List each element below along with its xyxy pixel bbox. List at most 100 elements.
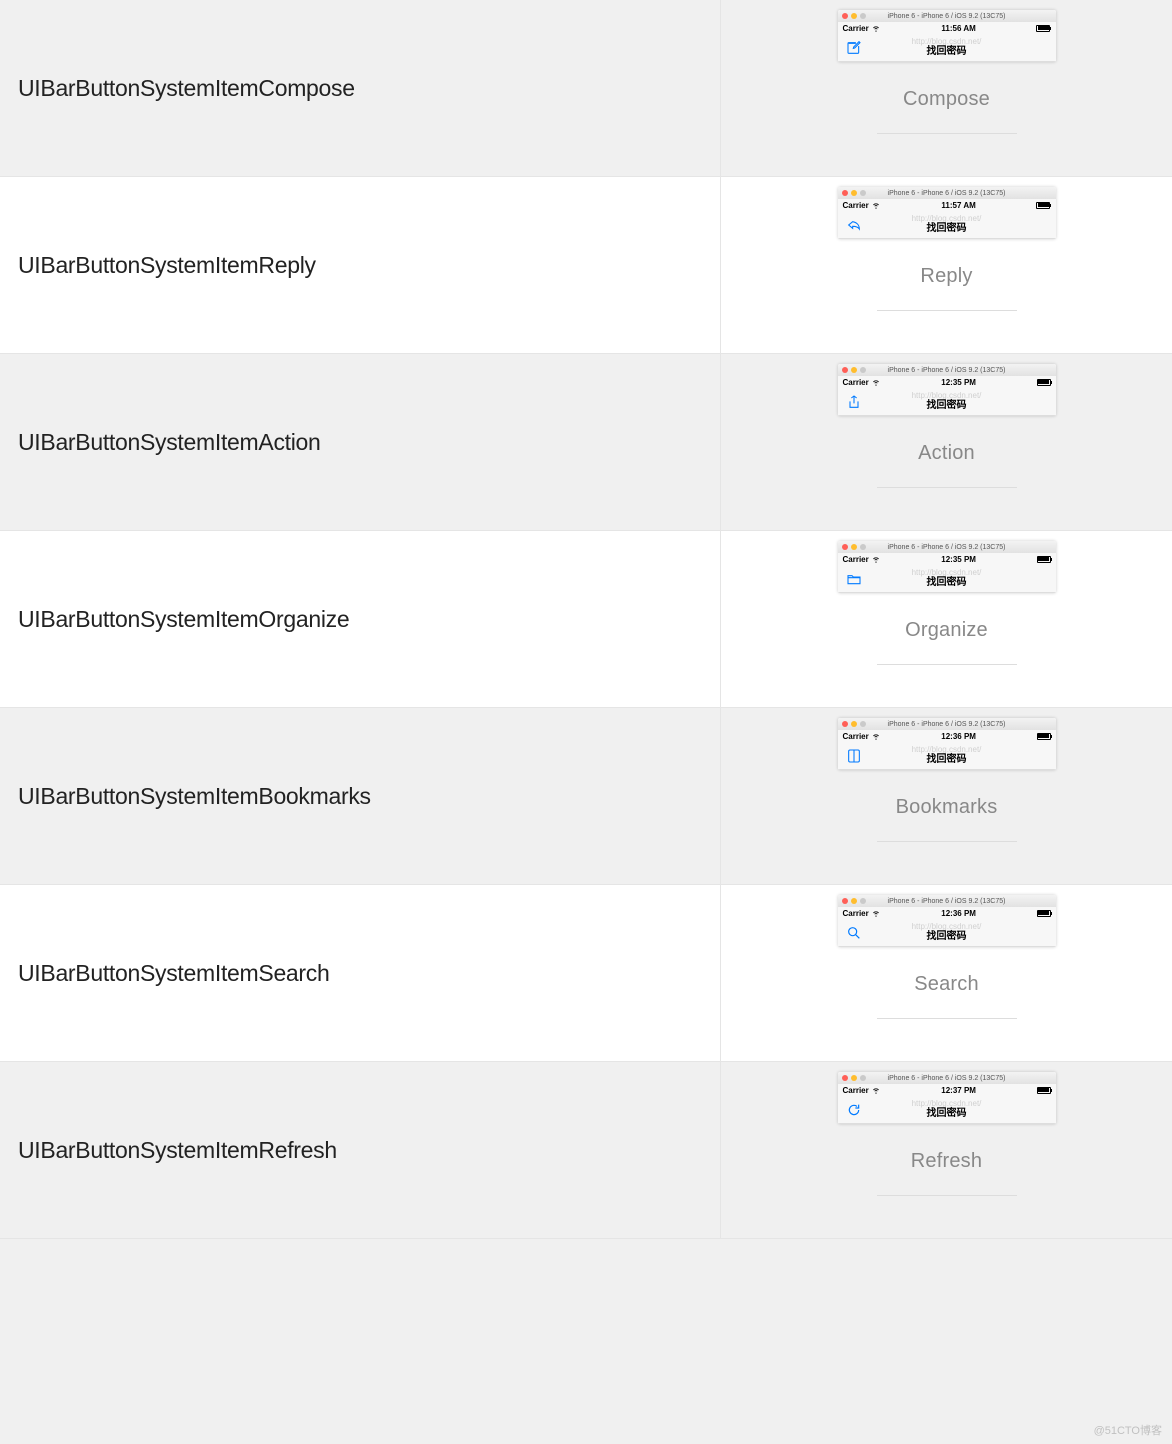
caption-label: Reply	[920, 265, 972, 288]
status-time: 11:57 AM	[941, 201, 975, 210]
status-bar: Carrier 12:35 PM	[838, 376, 1056, 388]
zoom-icon[interactable]	[860, 898, 866, 904]
navigation-bar: http://blog.csdn.net/ 找回密码	[838, 388, 1056, 416]
search-icon	[846, 925, 862, 941]
minimize-icon[interactable]	[851, 190, 857, 196]
simulator-window: iPhone 6 - iPhone 6 / iOS 9.2 (13C75) Ca…	[838, 10, 1056, 62]
row-compose: UIBarButtonSystemItemCompose iPhone 6 - …	[0, 0, 1172, 177]
close-icon[interactable]	[842, 544, 848, 550]
nav-title: 找回密码	[838, 931, 1056, 943]
row-refresh: UIBarButtonSystemItemRefresh iPhone 6 - …	[0, 1062, 1172, 1239]
status-time: 12:35 PM	[941, 555, 976, 564]
enum-label: UIBarButtonSystemItemReply	[0, 177, 720, 353]
window-title: iPhone 6 - iPhone 6 / iOS 9.2 (13C75)	[838, 190, 1056, 197]
url-watermark: http://blog.csdn.net/	[838, 215, 1056, 223]
simulator-window: iPhone 6 - iPhone 6 / iOS 9.2 (13C75) Ca…	[838, 1072, 1056, 1124]
window-title: iPhone 6 - iPhone 6 / iOS 9.2 (13C75)	[838, 1075, 1056, 1082]
reply-icon	[846, 217, 862, 233]
minimize-icon[interactable]	[851, 13, 857, 19]
caption-label: Organize	[905, 619, 988, 642]
preview-cell: iPhone 6 - iPhone 6 / iOS 9.2 (13C75) Ca…	[720, 885, 1172, 1061]
navigation-bar: http://blog.csdn.net/ 找回密码	[838, 565, 1056, 593]
preview-cell: iPhone 6 - iPhone 6 / iOS 9.2 (13C75) Ca…	[720, 354, 1172, 530]
caption-label: Search	[914, 973, 979, 996]
close-icon[interactable]	[842, 1075, 848, 1081]
battery-icon	[1037, 733, 1051, 740]
zoom-icon[interactable]	[860, 190, 866, 196]
row-organize: UIBarButtonSystemItemOrganize iPhone 6 -…	[0, 531, 1172, 708]
divider	[877, 841, 1017, 842]
action-icon	[846, 394, 862, 410]
caption-label: Bookmarks	[896, 796, 998, 819]
url-watermark: http://blog.csdn.net/	[838, 1100, 1056, 1108]
url-watermark: http://blog.csdn.net/	[838, 392, 1056, 400]
window-titlebar: iPhone 6 - iPhone 6 / iOS 9.2 (13C75)	[838, 895, 1056, 907]
window-titlebar: iPhone 6 - iPhone 6 / iOS 9.2 (13C75)	[838, 541, 1056, 553]
carrier-label: Carrier	[843, 909, 869, 918]
close-icon[interactable]	[842, 898, 848, 904]
status-time: 11:56 AM	[941, 24, 975, 33]
window-title: iPhone 6 - iPhone 6 / iOS 9.2 (13C75)	[838, 544, 1056, 551]
close-icon[interactable]	[842, 13, 848, 19]
preview-cell: iPhone 6 - iPhone 6 / iOS 9.2 (13C75) Ca…	[720, 0, 1172, 176]
row-search: UIBarButtonSystemItemSearch iPhone 6 - i…	[0, 885, 1172, 1062]
window-title: iPhone 6 - iPhone 6 / iOS 9.2 (13C75)	[838, 367, 1056, 374]
zoom-icon[interactable]	[860, 544, 866, 550]
caption-label: Refresh	[911, 1150, 982, 1173]
status-time: 12:35 PM	[941, 378, 976, 387]
window-titlebar: iPhone 6 - iPhone 6 / iOS 9.2 (13C75)	[838, 718, 1056, 730]
caption-label: Compose	[903, 88, 990, 111]
row-reply: UIBarButtonSystemItemReply iPhone 6 - iP…	[0, 177, 1172, 354]
caption-label: Action	[918, 442, 975, 465]
navigation-bar: http://blog.csdn.net/ 找回密码	[838, 919, 1056, 947]
simulator-window: iPhone 6 - iPhone 6 / iOS 9.2 (13C75) Ca…	[838, 718, 1056, 770]
nav-title: 找回密码	[838, 223, 1056, 235]
status-bar: Carrier 12:36 PM	[838, 730, 1056, 742]
row-action: UIBarButtonSystemItemAction iPhone 6 - i…	[0, 354, 1172, 531]
zoom-icon[interactable]	[860, 721, 866, 727]
carrier-label: Carrier	[843, 555, 869, 564]
status-bar: Carrier 11:56 AM	[838, 22, 1056, 34]
close-icon[interactable]	[842, 721, 848, 727]
status-bar: Carrier 12:36 PM	[838, 907, 1056, 919]
refresh-icon	[846, 1102, 862, 1118]
zoom-icon[interactable]	[860, 367, 866, 373]
status-time: 12:37 PM	[941, 1086, 976, 1095]
nav-title: 找回密码	[838, 46, 1056, 58]
preview-cell: iPhone 6 - iPhone 6 / iOS 9.2 (13C75) Ca…	[720, 1062, 1172, 1238]
enum-label: UIBarButtonSystemItemBookmarks	[0, 708, 720, 884]
footer-watermark: @51CTO博客	[1094, 1422, 1162, 1438]
enum-label: UIBarButtonSystemItemSearch	[0, 885, 720, 1061]
carrier-label: Carrier	[843, 732, 869, 741]
url-watermark: http://blog.csdn.net/	[838, 923, 1056, 931]
wifi-icon	[871, 731, 881, 741]
enum-label: UIBarButtonSystemItemCompose	[0, 0, 720, 176]
nav-title: 找回密码	[838, 754, 1056, 766]
carrier-label: Carrier	[843, 24, 869, 33]
status-time: 12:36 PM	[941, 732, 976, 741]
zoom-icon[interactable]	[860, 1075, 866, 1081]
row-bookmarks: UIBarButtonSystemItemBookmarks iPhone 6 …	[0, 708, 1172, 885]
window-title: iPhone 6 - iPhone 6 / iOS 9.2 (13C75)	[838, 721, 1056, 728]
compose-icon	[846, 40, 862, 56]
divider	[877, 133, 1017, 134]
battery-icon	[1036, 202, 1050, 209]
minimize-icon[interactable]	[851, 367, 857, 373]
bookmarks-icon	[846, 748, 862, 764]
close-icon[interactable]	[842, 190, 848, 196]
divider	[877, 664, 1017, 665]
close-icon[interactable]	[842, 367, 848, 373]
minimize-icon[interactable]	[851, 1075, 857, 1081]
navigation-bar: http://blog.csdn.net/ 找回密码	[838, 1096, 1056, 1124]
minimize-icon[interactable]	[851, 721, 857, 727]
enum-label: UIBarButtonSystemItemOrganize	[0, 531, 720, 707]
minimize-icon[interactable]	[851, 898, 857, 904]
simulator-window: iPhone 6 - iPhone 6 / iOS 9.2 (13C75) Ca…	[838, 364, 1056, 416]
divider	[877, 1018, 1017, 1019]
minimize-icon[interactable]	[851, 544, 857, 550]
zoom-icon[interactable]	[860, 13, 866, 19]
navigation-bar: http://blog.csdn.net/ 找回密码	[838, 34, 1056, 62]
window-titlebar: iPhone 6 - iPhone 6 / iOS 9.2 (13C75)	[838, 364, 1056, 376]
wifi-icon	[871, 377, 881, 387]
simulator-window: iPhone 6 - iPhone 6 / iOS 9.2 (13C75) Ca…	[838, 187, 1056, 239]
